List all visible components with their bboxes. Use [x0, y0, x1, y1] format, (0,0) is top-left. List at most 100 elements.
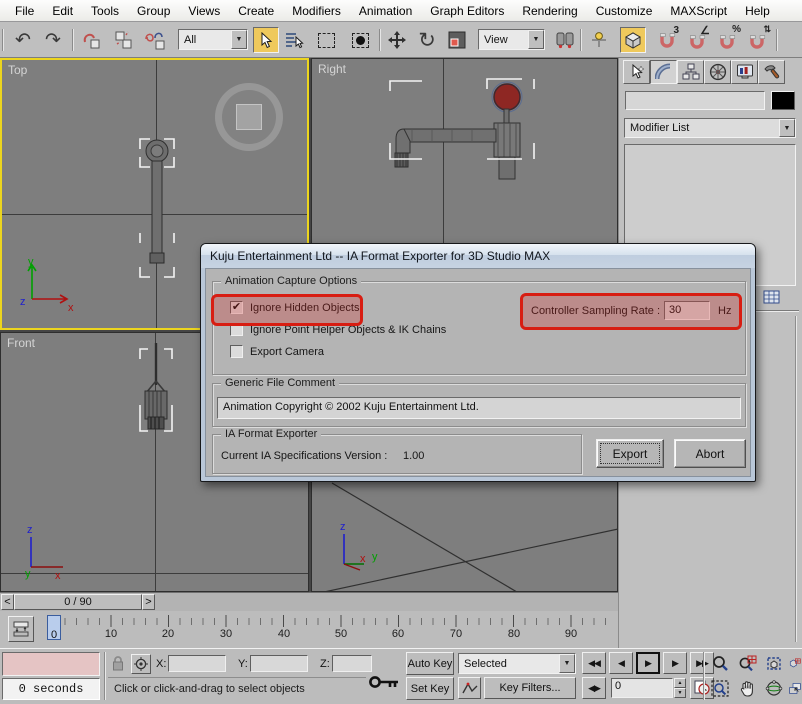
tab-motion[interactable]: [704, 60, 731, 84]
default-in-out-tangent-button[interactable]: [458, 677, 481, 699]
select-rotate-button[interactable]: ↻: [414, 27, 440, 53]
window-crossing-button[interactable]: [347, 27, 373, 53]
selection-filter-select[interactable]: All ▼: [178, 29, 248, 50]
spinner-up-button[interactable]: ▲: [674, 678, 686, 688]
key-mode-toggle-button[interactable]: ◀▶: [582, 677, 606, 699]
next-frame-button[interactable]: ▶: [663, 652, 687, 674]
faucet-object-front-view[interactable]: [136, 343, 176, 438]
play-button[interactable]: ▶: [636, 652, 660, 674]
menu-maxscript[interactable]: MAXScript: [661, 2, 736, 20]
angle-snap-button[interactable]: ∠: [684, 27, 710, 53]
z-coord-field[interactable]: [332, 655, 372, 672]
menu-help[interactable]: Help: [736, 2, 779, 20]
tab-utilities[interactable]: [758, 60, 785, 84]
undo-button[interactable]: ↶: [10, 27, 36, 53]
track-bar[interactable]: 0 10 20 30 40 50 60 70 80 90 0: [0, 611, 618, 648]
selection-lock-toggle[interactable]: [111, 655, 125, 672]
tab-create[interactable]: [623, 60, 650, 84]
object-color-swatch[interactable]: [771, 91, 795, 110]
checkbox-ignore-point-helpers[interactable]: [230, 323, 243, 336]
coord-system-select[interactable]: View ▼: [478, 29, 545, 50]
time-slider-prev-button[interactable]: <: [1, 594, 14, 610]
previous-frame-button[interactable]: ◀: [609, 652, 633, 674]
checkbox-ignore-point-helpers-label[interactable]: Ignore Point Helper Objects & IK Chains: [250, 324, 446, 336]
modifier-list-dropdown-icon[interactable]: ▼: [779, 119, 795, 137]
menu-create[interactable]: Create: [229, 2, 283, 20]
key-selection-dropdown-icon[interactable]: ▼: [559, 654, 575, 673]
faucet-object-top-view[interactable]: [132, 135, 182, 285]
checkbox-export-camera-label[interactable]: Export Camera: [250, 346, 324, 358]
toolbar-handle[interactable]: [2, 29, 4, 51]
link-button[interactable]: [78, 27, 104, 53]
time-slider-next-button[interactable]: >: [142, 594, 155, 610]
x-coord-field[interactable]: [168, 655, 226, 672]
spinner-snap-button[interactable]: ⇅: [744, 27, 770, 53]
maxscript-macro-recorder[interactable]: [2, 652, 100, 676]
select-move-button[interactable]: [384, 27, 410, 53]
key-filters-button[interactable]: Key Filters...: [484, 677, 576, 699]
menu-views[interactable]: Views: [179, 2, 229, 20]
bind-spacewarp-button[interactable]: [142, 27, 168, 53]
current-frame-marker[interactable]: 0: [47, 615, 61, 640]
select-manipulate-button[interactable]: [586, 27, 612, 53]
min-max-toggle-button[interactable]: [788, 677, 802, 699]
export-button[interactable]: Export: [596, 439, 664, 468]
y-coord-field[interactable]: [250, 655, 308, 672]
zoom-button[interactable]: [708, 652, 732, 674]
dialog-titlebar[interactable]: Kuju Entertainment Ltd -- IA Format Expo…: [201, 244, 755, 268]
checkbox-ignore-hidden[interactable]: ✔: [230, 301, 243, 314]
menu-customize[interactable]: Customize: [587, 2, 662, 20]
time-slider-track[interactable]: < 0 / 90 >: [0, 592, 618, 611]
checkbox-ignore-hidden-label[interactable]: Ignore Hidden Objects: [250, 302, 359, 314]
menu-tools[interactable]: Tools: [82, 2, 128, 20]
use-pivot-center-button[interactable]: [552, 27, 578, 53]
menu-group[interactable]: Group: [128, 2, 179, 20]
maxscript-listener[interactable]: 0 seconds: [2, 678, 100, 700]
sampling-rate-field[interactable]: 30: [664, 301, 710, 320]
go-to-start-button[interactable]: ◀◀: [582, 652, 606, 674]
menu-modifiers[interactable]: Modifiers: [283, 2, 350, 20]
comment-input[interactable]: Animation Copyright © 2002 Kuju Entertai…: [217, 397, 741, 419]
spinner-down-button[interactable]: ▼: [674, 688, 686, 698]
select-object-button[interactable]: [253, 27, 279, 53]
tab-modify[interactable]: [650, 60, 677, 84]
zoom-region-button[interactable]: [708, 677, 732, 699]
absolute-offset-toggle[interactable]: [131, 654, 151, 674]
open-mini-curve-editor-button[interactable]: [8, 616, 34, 642]
set-key-button[interactable]: Set Key: [406, 677, 454, 700]
configure-modifier-sets-button[interactable]: [763, 290, 780, 304]
snap-3d-button[interactable]: 3: [654, 27, 680, 53]
menu-rendering[interactable]: Rendering: [513, 2, 586, 20]
menu-animation[interactable]: Animation: [350, 2, 421, 20]
arc-rotate-button[interactable]: [762, 677, 786, 699]
abort-button[interactable]: Abort: [674, 439, 746, 468]
current-frame-field[interactable]: 0: [611, 678, 673, 698]
redo-button[interactable]: ↷: [40, 27, 66, 53]
menu-file[interactable]: File: [6, 2, 43, 20]
select-scale-button[interactable]: [444, 27, 470, 53]
selection-filter-dropdown-icon[interactable]: ▼: [231, 30, 247, 49]
zoom-extents-button[interactable]: [762, 652, 786, 674]
panel-scrollbar[interactable]: [795, 316, 797, 642]
tab-hierarchy[interactable]: [677, 60, 704, 84]
modifier-list-select[interactable]: Modifier List ▼: [624, 118, 796, 138]
auto-key-button[interactable]: Auto Key: [406, 652, 454, 675]
rect-selection-region-button[interactable]: [313, 27, 339, 53]
time-slider-handle[interactable]: 0 / 90: [14, 594, 142, 610]
select-by-name-button[interactable]: [281, 27, 307, 53]
keyboard-shortcut-override-toggle[interactable]: [368, 673, 400, 691]
zoom-extents-all-button[interactable]: [788, 652, 802, 674]
tab-display[interactable]: [731, 60, 758, 84]
zoom-all-button[interactable]: [735, 652, 759, 674]
menu-graph-editors[interactable]: Graph Editors: [421, 2, 513, 20]
faucet-object-side-view[interactable]: [382, 73, 542, 203]
pan-button[interactable]: [735, 677, 759, 699]
frame-spinner[interactable]: ▲ ▼: [674, 678, 686, 698]
percent-snap-button[interactable]: %: [714, 27, 740, 53]
object-name-field[interactable]: [625, 91, 765, 110]
snaps-toggle-button[interactable]: [620, 27, 646, 53]
key-selection-mode-select[interactable]: Selected ▼: [458, 653, 576, 674]
unlink-button[interactable]: [110, 27, 136, 53]
checkbox-export-camera[interactable]: [230, 345, 243, 358]
coord-system-dropdown-icon[interactable]: ▼: [528, 30, 544, 49]
